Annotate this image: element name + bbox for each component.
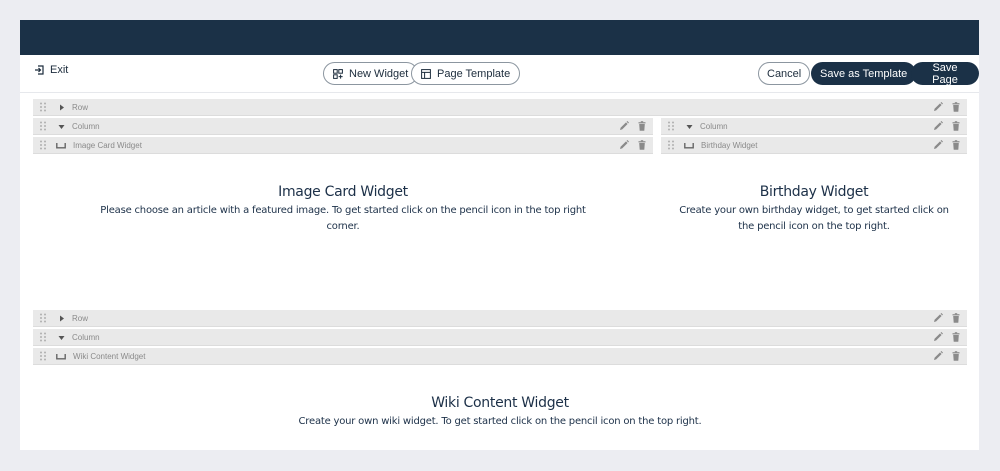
page-template-label: Page Template <box>437 67 511 80</box>
widget-bar[interactable]: Wiki Content Widget <box>33 348 967 365</box>
widget-description: Create your own wiki widget. To get star… <box>298 416 702 427</box>
trash-icon[interactable] <box>951 313 961 323</box>
pencil-icon[interactable] <box>933 313 943 323</box>
pencil-icon[interactable] <box>933 102 943 112</box>
column-bar[interactable]: Column <box>33 329 967 346</box>
widget-bar[interactable]: Image Card Widget <box>33 137 653 154</box>
widget-label: Birthday Widget <box>701 140 758 150</box>
exit-button[interactable]: Exit <box>34 64 68 76</box>
drag-handle-icon[interactable] <box>39 351 47 361</box>
caret-right-icon[interactable] <box>58 104 65 111</box>
trash-icon[interactable] <box>951 102 961 112</box>
cancel-button[interactable]: Cancel <box>758 62 811 85</box>
column-bar[interactable]: Column <box>661 118 967 135</box>
widget-description: Please choose an article with a featured… <box>100 205 586 232</box>
new-widget-label: New Widget <box>349 67 409 80</box>
column-label: Column <box>700 121 728 131</box>
page-builder: Exit New Widget Page Template Cancel Sav… <box>20 20 979 450</box>
drag-handle-icon[interactable] <box>39 121 47 131</box>
widget-title: Birthday Widget <box>759 184 869 200</box>
widget-label: Image Card Widget <box>73 140 142 150</box>
row-bar[interactable]: Row <box>33 310 967 327</box>
widget-description: Create your own birthday widget, to get … <box>679 205 949 232</box>
column-label: Column <box>72 121 100 131</box>
cancel-label: Cancel <box>767 67 802 80</box>
pencil-icon[interactable] <box>619 121 629 131</box>
trash-icon[interactable] <box>951 351 961 361</box>
drag-handle-icon[interactable] <box>39 102 47 112</box>
grid-plus-icon <box>333 68 343 79</box>
exit-label: Exit <box>50 64 69 76</box>
row-label: Row <box>72 313 89 323</box>
pencil-icon[interactable] <box>933 351 943 361</box>
save-page-button[interactable]: Save Page <box>911 62 979 86</box>
pencil-icon[interactable] <box>933 140 943 150</box>
row-bar[interactable]: Row <box>33 99 967 116</box>
widget-title: Image Card Widget <box>278 184 408 200</box>
caret-down-icon[interactable] <box>58 123 65 130</box>
drag-handle-icon[interactable] <box>39 332 47 342</box>
widget-title: Wiki Content Widget <box>431 395 569 411</box>
row-label: Row <box>72 102 89 112</box>
trash-icon[interactable] <box>951 121 961 131</box>
drag-handle-icon[interactable] <box>39 140 47 150</box>
widget-bar[interactable]: Birthday Widget <box>661 137 967 154</box>
drag-handle-icon[interactable] <box>667 140 675 150</box>
new-widget-button[interactable]: New Widget <box>323 62 419 85</box>
column-label: Column <box>72 332 100 342</box>
caret-down-icon[interactable] <box>58 334 65 341</box>
save-as-template-button[interactable]: Save as Template <box>811 62 917 85</box>
trash-icon[interactable] <box>637 121 647 131</box>
drag-handle-icon[interactable] <box>667 121 675 131</box>
widget-bracket-icon <box>684 142 694 149</box>
caret-right-icon[interactable] <box>58 315 65 322</box>
widget-bracket-icon <box>56 353 66 360</box>
pencil-icon[interactable] <box>619 140 629 150</box>
trash-icon[interactable] <box>951 332 961 342</box>
app-header <box>20 20 979 55</box>
column-bar[interactable]: Column <box>33 118 653 135</box>
exit-icon <box>35 65 44 75</box>
widget-label: Wiki Content Widget <box>73 351 146 361</box>
pencil-icon[interactable] <box>933 121 943 131</box>
trash-icon[interactable] <box>637 140 647 150</box>
widget-bracket-icon <box>56 142 66 149</box>
editor-toolbar: Exit New Widget Page Template Cancel Sav… <box>20 55 979 93</box>
caret-down-icon[interactable] <box>686 123 693 130</box>
layout-template-icon <box>421 68 431 79</box>
pencil-icon[interactable] <box>933 332 943 342</box>
trash-icon[interactable] <box>951 140 961 150</box>
drag-handle-icon[interactable] <box>39 313 47 323</box>
page-template-button[interactable]: Page Template <box>411 62 521 85</box>
